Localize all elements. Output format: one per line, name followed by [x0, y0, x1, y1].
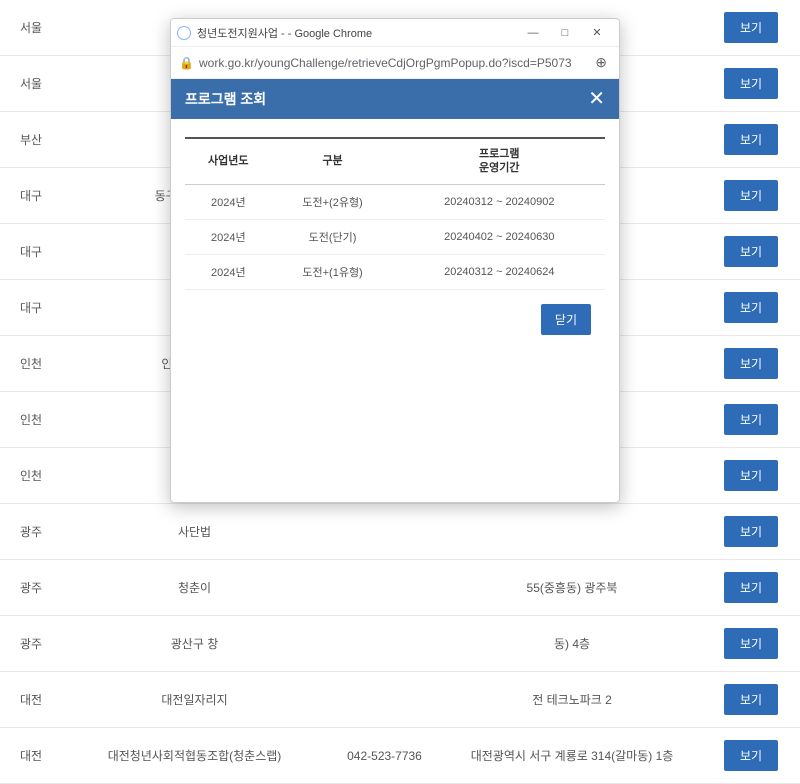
- window-title: 청년도전지원사업 - - Google Chrome: [197, 25, 517, 41]
- org-cell: 대전청년사회적협동조합(청춘스랩): [62, 728, 327, 784]
- city-cell: 부산: [0, 112, 62, 168]
- program-row: 2024년 도전+(2유형) 20240312 ~ 20240902: [185, 184, 605, 219]
- city-cell: 인천: [0, 448, 62, 504]
- view-button[interactable]: 보기: [724, 404, 778, 435]
- view-button[interactable]: 보기: [724, 572, 778, 603]
- addr-cell: 55(중흥동) 광주북: [442, 560, 702, 616]
- zoom-icon[interactable]: ⊕: [591, 54, 611, 71]
- view-button[interactable]: 보기: [724, 12, 778, 43]
- view-button[interactable]: 보기: [724, 628, 778, 659]
- window-title-bar: 청년도전지원사업 - - Google Chrome — □ ✕: [171, 19, 619, 47]
- view-button[interactable]: 보기: [724, 292, 778, 323]
- type-cell: 도전+(1유형): [272, 254, 394, 289]
- city-cell: 대전: [0, 672, 62, 728]
- lock-icon: 🔒: [179, 56, 193, 70]
- city-cell: 대전: [0, 728, 62, 784]
- period-cell: 20240312 ~ 20240902: [394, 184, 605, 219]
- maximize-button[interactable]: □: [549, 21, 581, 45]
- city-cell: 광주: [0, 560, 62, 616]
- program-table: 사업년도 구분 프로그램 운영기간 2024년 도전+(2유형) 2024031…: [185, 137, 605, 290]
- view-button[interactable]: 보기: [724, 348, 778, 379]
- view-button[interactable]: 보기: [724, 124, 778, 155]
- close-button[interactable]: 닫기: [541, 304, 591, 335]
- city-cell: 광주: [0, 504, 62, 560]
- type-cell: 도전+(2유형): [272, 184, 394, 219]
- org-cell: 광산구 창: [62, 616, 327, 672]
- table-row: 광주 청춘이 55(중흥동) 광주북 보기: [0, 560, 800, 616]
- window-controls: — □ ✕: [517, 21, 613, 45]
- table-row: 광주 사단법 보기: [0, 504, 800, 560]
- addr-cell: 대전광역시 서구 계룡로 314(갈마동) 1층: [442, 728, 702, 784]
- browser-window: 청년도전지원사업 - - Google Chrome — □ ✕ 🔒 work.…: [170, 18, 620, 503]
- view-button[interactable]: 보기: [724, 516, 778, 547]
- phone-cell: [327, 560, 442, 616]
- view-button[interactable]: 보기: [724, 68, 778, 99]
- year-cell: 2024년: [185, 184, 272, 219]
- addr-cell: 동) 4층: [442, 616, 702, 672]
- org-cell: 사단법: [62, 504, 327, 560]
- col-year: 사업년도: [185, 138, 272, 184]
- address-bar[interactable]: 🔒 work.go.kr/youngChallenge/retrieveCdjO…: [171, 47, 619, 79]
- program-row: 2024년 도전(단기) 20240402 ~ 20240630: [185, 219, 605, 254]
- close-icon[interactable]: ✕: [588, 89, 605, 109]
- view-button[interactable]: 보기: [724, 684, 778, 715]
- city-cell: 대구: [0, 168, 62, 224]
- table-row: 대전 대전일자리지 전 테크노파크 2 보기: [0, 672, 800, 728]
- period-cell: 20240402 ~ 20240630: [394, 219, 605, 254]
- modal-body: 사업년도 구분 프로그램 운영기간 2024년 도전+(2유형) 2024031…: [171, 119, 619, 367]
- phone-cell: 042-523-7736: [327, 728, 442, 784]
- program-row: 2024년 도전+(1유형) 20240312 ~ 20240624: [185, 254, 605, 289]
- modal-title: 프로그램 조회: [185, 89, 266, 109]
- city-cell: 대구: [0, 280, 62, 336]
- city-cell: 인천: [0, 336, 62, 392]
- addr-cell: [442, 504, 702, 560]
- modal-footer: 닫기: [185, 290, 605, 349]
- year-cell: 2024년: [185, 219, 272, 254]
- phone-cell: [327, 504, 442, 560]
- phone-cell: [327, 616, 442, 672]
- org-cell: 청춘이: [62, 560, 327, 616]
- table-row: 광주 광산구 창 동) 4층 보기: [0, 616, 800, 672]
- org-cell: 대전일자리지: [62, 672, 327, 728]
- col-type: 구분: [272, 138, 394, 184]
- year-cell: 2024년: [185, 254, 272, 289]
- city-cell: 서울: [0, 56, 62, 112]
- favicon-icon: [177, 26, 191, 40]
- view-button[interactable]: 보기: [724, 180, 778, 211]
- view-button[interactable]: 보기: [724, 460, 778, 491]
- table-row: 대전 대전청년사회적협동조합(청춘스랩) 042-523-7736 대전광역시 …: [0, 728, 800, 784]
- close-window-button[interactable]: ✕: [581, 21, 613, 45]
- phone-cell: [327, 672, 442, 728]
- minimize-button[interactable]: —: [517, 21, 549, 45]
- modal-header: 프로그램 조회 ✕: [171, 79, 619, 119]
- type-cell: 도전(단기): [272, 219, 394, 254]
- url-text: work.go.kr/youngChallenge/retrieveCdjOrg…: [199, 56, 591, 70]
- city-cell: 광주: [0, 616, 62, 672]
- col-period: 프로그램 운영기간: [394, 138, 605, 184]
- city-cell: 서울: [0, 0, 62, 56]
- city-cell: 대구: [0, 224, 62, 280]
- city-cell: 인천: [0, 392, 62, 448]
- view-button[interactable]: 보기: [724, 740, 778, 771]
- period-cell: 20240312 ~ 20240624: [394, 254, 605, 289]
- view-button[interactable]: 보기: [724, 236, 778, 267]
- addr-cell: 전 테크노파크 2: [442, 672, 702, 728]
